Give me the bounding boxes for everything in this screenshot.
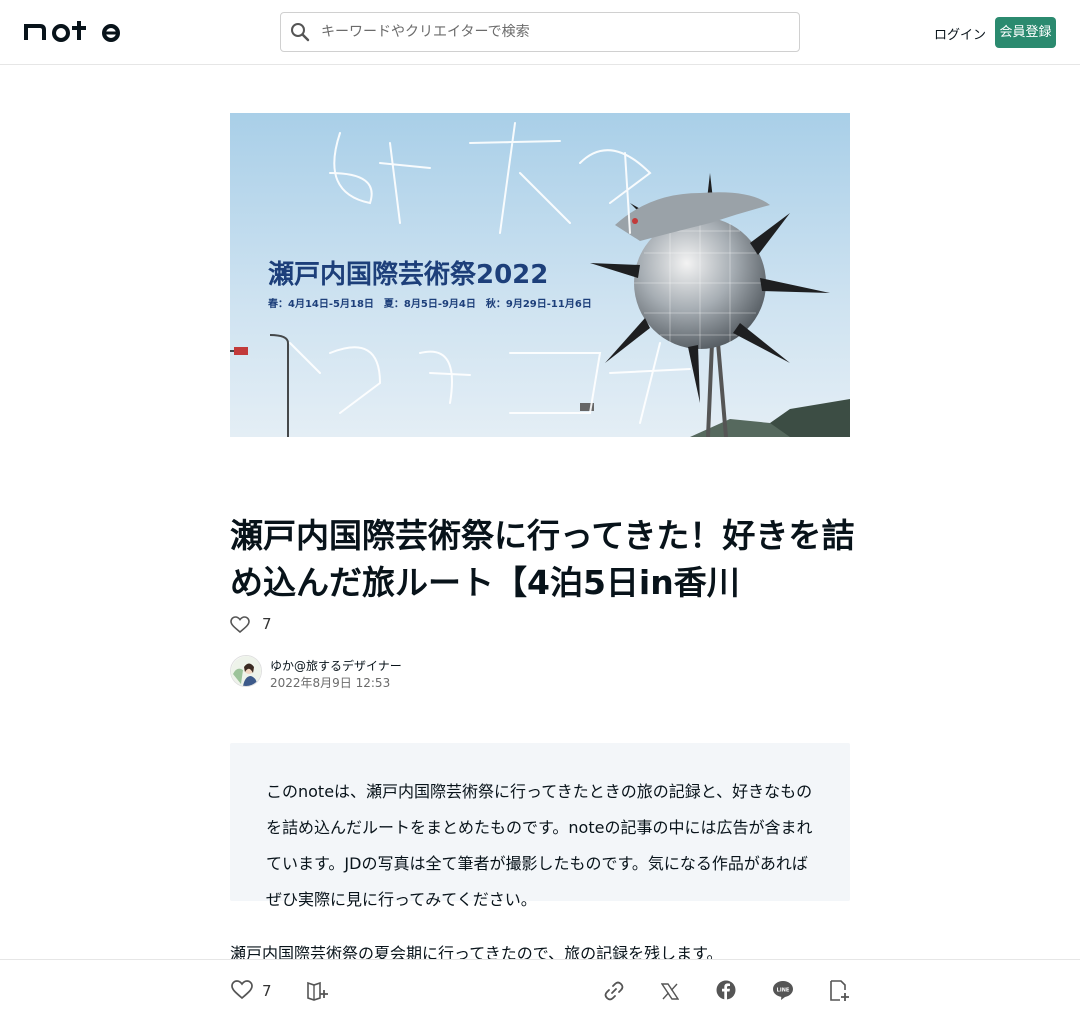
global-header: ログイン 会員登録 xyxy=(0,0,1080,65)
intro-box: このnoteは、瀬戸内国際芸術祭に行ってきたときの旅の記録と、好きなものを詰め込… xyxy=(230,743,850,909)
like-count: 7 xyxy=(262,615,272,633)
facebook-icon[interactable] xyxy=(716,980,736,1004)
line-icon[interactable]: LINE xyxy=(772,980,794,1005)
banner-title: 瀬戸内国際芸術祭2022 xyxy=(268,260,548,290)
publish-date: 2022年8月9日 12:53 xyxy=(270,676,391,690)
hero-image: 瀬戸内国際芸術祭2022 春：4月14日-5月18日 夏：8月5日-9月4日 秋… xyxy=(230,113,850,437)
author-name[interactable]: ゆか@旅するデザイナー xyxy=(270,657,402,674)
banner-dates: 春：4月14日-5月18日 夏：8月5日-9月4日 秋：9月29日-11月6日 xyxy=(268,297,592,310)
search-icon xyxy=(290,22,310,46)
magazine-add-icon[interactable] xyxy=(306,980,330,1006)
bottom-action-bar: 7 LINE xyxy=(0,959,1080,1024)
link-icon[interactable] xyxy=(603,980,625,1006)
search-input[interactable] xyxy=(321,19,781,45)
heart-icon[interactable] xyxy=(230,616,250,638)
search-box[interactable] xyxy=(280,12,800,52)
article-title: 瀬戸内国際芸術祭に行ってきた！好きを詰め込んだ旅ルート【4泊5日in香川 xyxy=(230,516,855,602)
avatar[interactable] xyxy=(230,655,262,687)
x-icon[interactable] xyxy=(660,983,680,1004)
signup-button[interactable]: 会員登録 xyxy=(995,17,1056,48)
login-link[interactable]: ログイン xyxy=(934,24,986,43)
hero-illustration: 瀬戸内国際芸術祭2022 春：4月14日-5月18日 夏：8月5日-9月4日 秋… xyxy=(230,113,850,437)
note-logo-mark xyxy=(24,21,120,42)
embed-icon[interactable] xyxy=(829,980,851,1006)
heart-icon[interactable] xyxy=(231,980,253,1004)
note-logo[interactable] xyxy=(24,18,123,46)
bottom-like-count: 7 xyxy=(262,982,272,1000)
intro-text: このnoteは、瀬戸内国際芸術祭に行ってきたときの旅の記録と、好きなものを詰め込… xyxy=(266,782,813,909)
svg-text:LINE: LINE xyxy=(777,988,790,994)
